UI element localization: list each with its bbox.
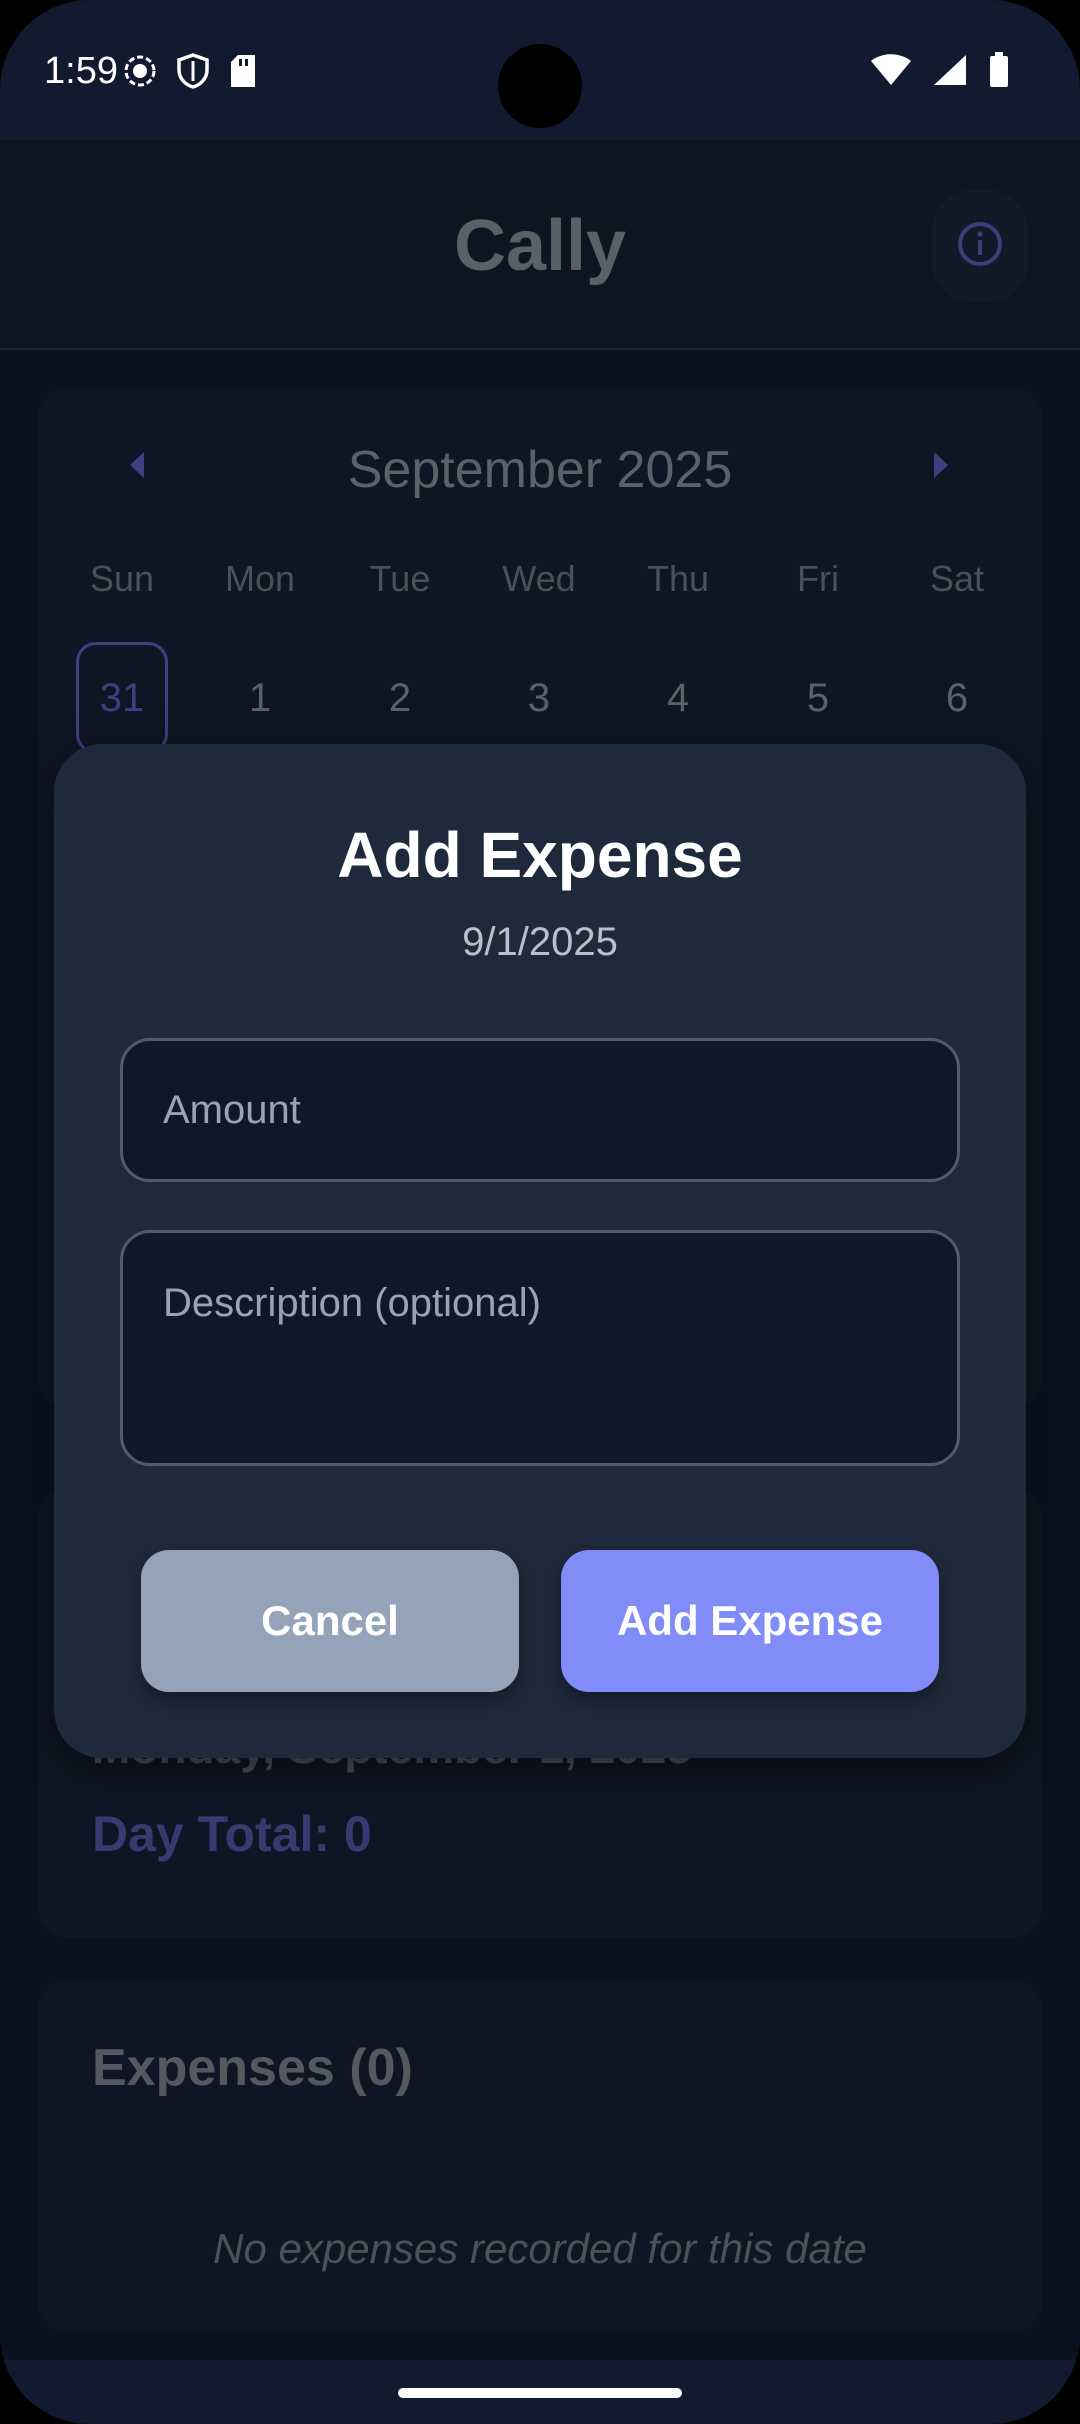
prev-month-button[interactable] (126, 450, 148, 480)
amount-input[interactable] (120, 1038, 960, 1182)
chevron-left-icon (126, 452, 148, 484)
add-expense-button[interactable]: Add Expense (561, 1550, 939, 1692)
calendar-day[interactable]: 6 (887, 676, 1027, 721)
chevron-right-icon (930, 452, 952, 484)
calendar-day[interactable]: 2 (330, 676, 470, 721)
calendar-day[interactable]: 1 (190, 676, 330, 721)
empty-expenses-message: No expenses recorded for this date (213, 2225, 867, 2272)
phone-screen: 1:59 Cally September 2025 Sun Mon Tue We… (0, 0, 1080, 2424)
weekday-mon: Mon (224, 558, 296, 599)
calendar-day[interactable]: 31 (52, 676, 192, 721)
calendar-day[interactable]: 4 (608, 676, 748, 721)
front-camera (498, 44, 582, 128)
cellular-signal-icon (932, 53, 968, 92)
expenses-title: Expenses (0) (92, 2039, 413, 2097)
home-indicator[interactable] (398, 2388, 682, 2398)
app-title: Cally (453, 206, 627, 286)
month-header: September 2025 (0, 440, 1080, 500)
status-icons-right (870, 52, 1010, 93)
weekday-sat: Sat (929, 558, 985, 599)
status-time: 1:59 (44, 50, 118, 92)
screen-record-icon (122, 53, 158, 94)
info-icon (956, 220, 1004, 273)
weekday-wed: Wed (502, 558, 576, 599)
info-button[interactable] (932, 190, 1028, 302)
dialog-date: 9/1/2025 (462, 920, 618, 964)
shield-icon (176, 52, 210, 95)
wifi-icon (870, 53, 912, 92)
battery-icon (988, 52, 1010, 93)
weekday-sun: Sun (89, 558, 155, 599)
weekday-thu: Thu (646, 558, 710, 599)
status-icons-left (122, 52, 258, 95)
cancel-button[interactable]: Cancel (141, 1550, 519, 1692)
month-label: September 2025 (347, 441, 733, 499)
expenses-card (38, 1980, 1042, 2332)
weekday-tue: Tue (369, 558, 431, 599)
description-input[interactable] (120, 1230, 960, 1466)
weekday-fri: Fri (797, 558, 839, 599)
next-month-button[interactable] (930, 450, 952, 480)
day-total: Day Total: 0 (92, 1806, 372, 1862)
sd-card-icon (228, 53, 258, 94)
dialog-title: Add Expense (337, 819, 743, 891)
status-bar: 1:59 (0, 0, 1080, 140)
calendar-day[interactable]: 3 (469, 676, 609, 721)
calendar-day[interactable]: 5 (748, 676, 888, 721)
